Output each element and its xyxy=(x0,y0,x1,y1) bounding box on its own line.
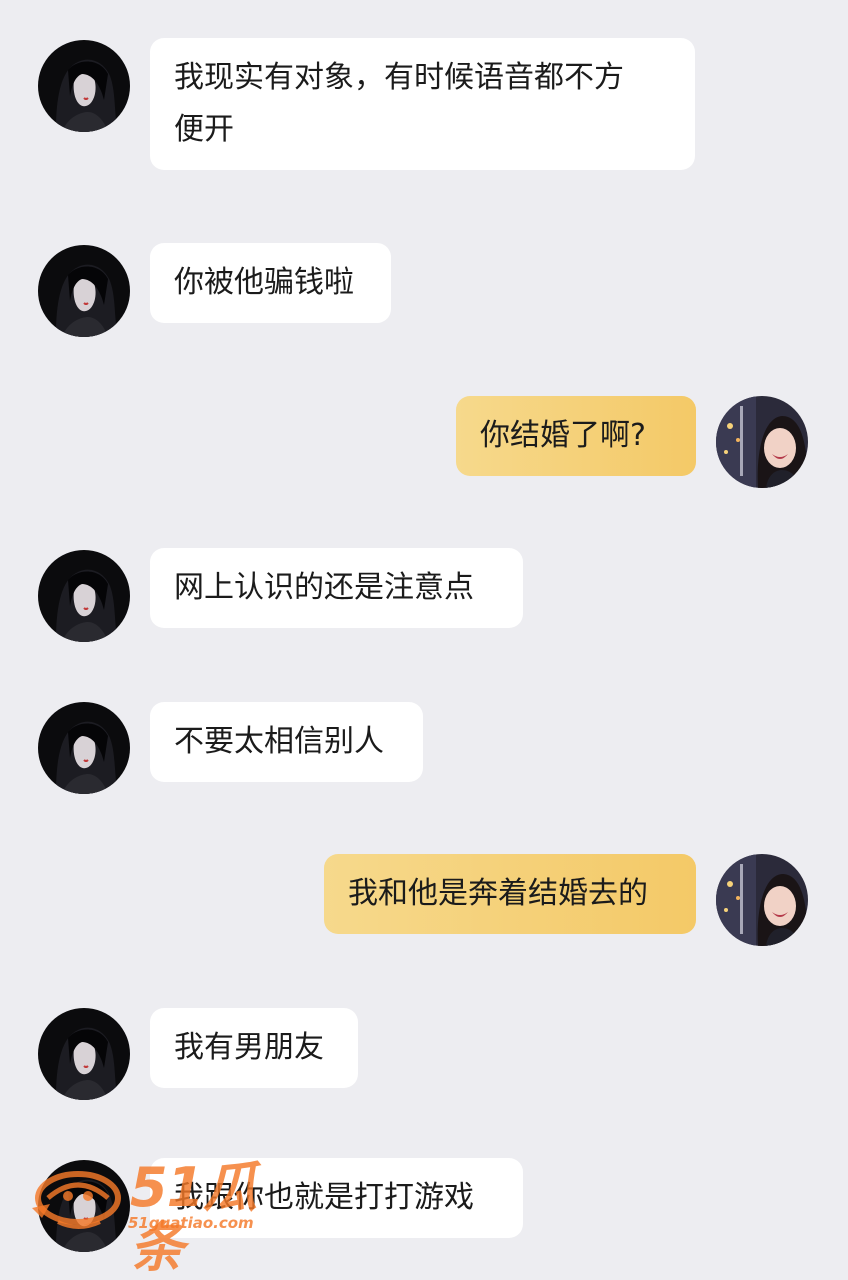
contact-avatar[interactable] xyxy=(38,40,130,132)
message-bubble-outgoing[interactable]: 我和他是奔着结婚去的 xyxy=(324,854,696,934)
watermark: 51瓜条 51guatiao.com xyxy=(28,1158,308,1278)
smiling-girl-avatar-icon xyxy=(716,854,808,946)
contact-avatar[interactable] xyxy=(38,1008,130,1100)
contact-avatar[interactable] xyxy=(38,702,130,794)
message-bubble-incoming[interactable]: 我有男朋友 xyxy=(150,1008,358,1088)
dark-hair-girl-avatar-icon xyxy=(38,702,130,794)
message-bubble-incoming[interactable]: 不要太相信别人 xyxy=(150,702,423,782)
watermark-url: 51guatiao.com xyxy=(128,1214,254,1232)
user-avatar[interactable] xyxy=(716,854,808,946)
message-bubble-outgoing[interactable]: 你结婚了啊? xyxy=(456,396,696,476)
dark-hair-girl-avatar-icon xyxy=(38,550,130,642)
melon-logo-icon xyxy=(32,1171,121,1229)
dark-hair-girl-avatar-icon xyxy=(38,1008,130,1100)
user-avatar[interactable] xyxy=(716,396,808,488)
message-bubble-incoming[interactable]: 你被他骗钱啦 xyxy=(150,243,391,323)
message-bubble-incoming[interactable]: 网上认识的还是注意点 xyxy=(150,548,523,628)
dark-hair-girl-avatar-icon xyxy=(38,245,130,337)
dark-hair-girl-avatar-icon xyxy=(38,40,130,132)
smiling-girl-avatar-icon xyxy=(716,396,808,488)
contact-avatar[interactable] xyxy=(38,245,130,337)
message-bubble-incoming[interactable]: 我现实有对象，有时候语音都不方 便开 xyxy=(150,38,695,170)
contact-avatar[interactable] xyxy=(38,550,130,642)
